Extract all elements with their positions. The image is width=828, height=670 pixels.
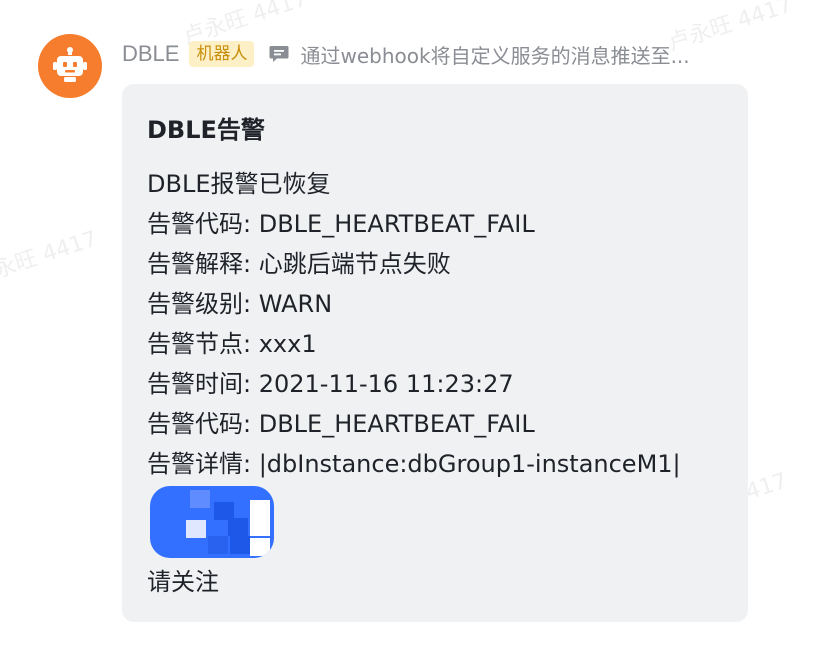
alert-line: 告警代码: DBLE_HEARTBEAT_FAIL	[147, 410, 535, 438]
footer-text: 请关注	[147, 568, 219, 596]
watermark: 卢永旺 4417	[0, 226, 101, 291]
bot-badge: 机器人	[189, 41, 255, 67]
alert-line: 告警解释: 心跳后端节点失败	[147, 250, 451, 278]
alert-line: 告警代码: DBLE_HEARTBEAT_FAIL	[147, 210, 535, 238]
alert-line: 告警详情: |dbInstance:dbGroup1-instanceM1|	[147, 450, 681, 478]
redacted-mention[interactable]	[150, 486, 274, 558]
sender-name[interactable]: DBLE	[122, 41, 179, 67]
robot-icon	[53, 47, 87, 82]
alert-lines: DBLE报警已恢复 告警代码: DBLE_HEARTBEAT_FAIL 告警解释…	[147, 164, 681, 484]
message-header: DBLE 机器人 通过webhook将自定义服务的消息推送至...	[122, 38, 755, 70]
alert-line: DBLE报警已恢复	[147, 170, 331, 198]
alert-line: 告警级别: WARN	[147, 290, 333, 318]
card-title: DBLE告警	[147, 116, 265, 144]
alert-line: 告警时间: 2021-11-16 11:23:27	[147, 370, 514, 398]
message-icon	[268, 43, 290, 65]
message-preview[interactable]: 通过webhook将自定义服务的消息推送至...	[300, 40, 755, 69]
bot-avatar[interactable]	[38, 34, 102, 98]
alert-line: 告警节点: xxx1	[147, 330, 317, 358]
alert-card: DBLE告警 DBLE报警已恢复 告警代码: DBLE_HEARTBEAT_FA…	[122, 84, 748, 622]
